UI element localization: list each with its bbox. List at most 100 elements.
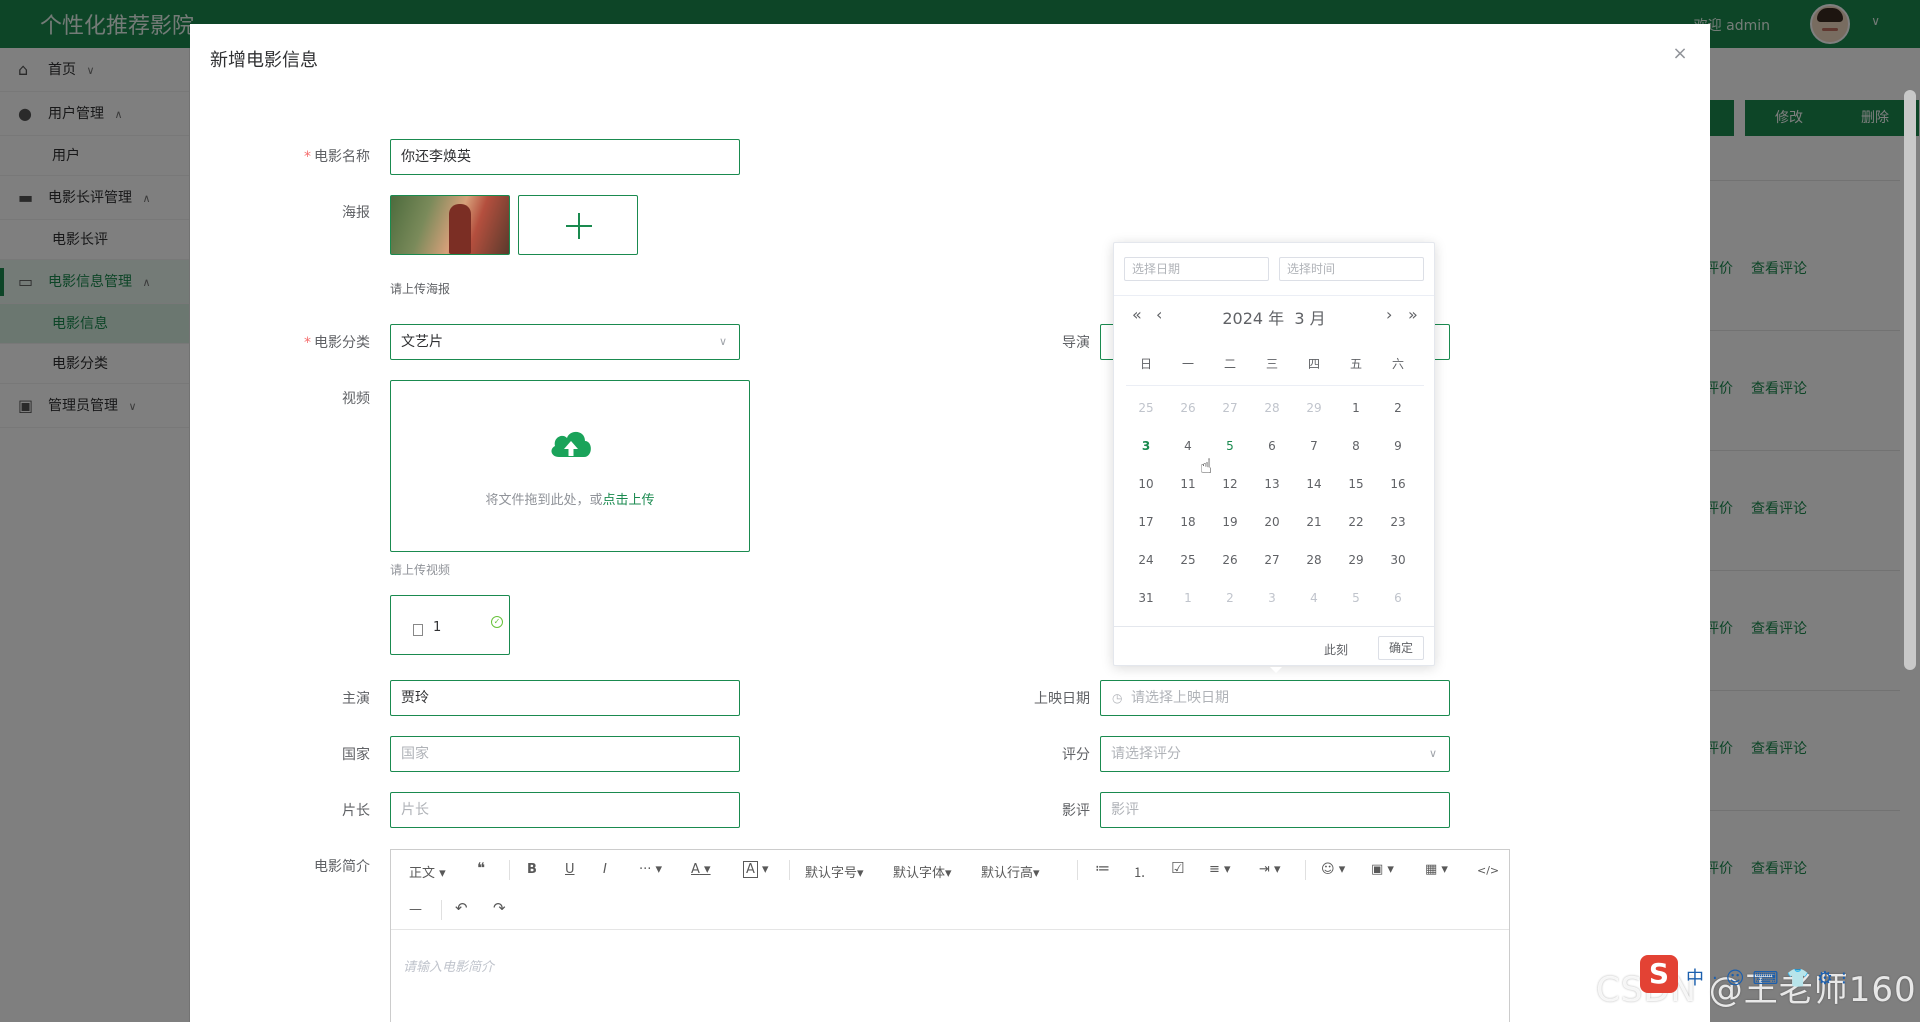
calendar-day[interactable]: 10 bbox=[1126, 469, 1166, 499]
calendar-day[interactable]: 26 bbox=[1168, 393, 1208, 423]
line-height-dropdown[interactable]: 默认行高▾ bbox=[981, 862, 1040, 881]
calendar-day[interactable]: 26 bbox=[1210, 545, 1250, 575]
calendar-day[interactable]: 9 bbox=[1378, 431, 1418, 461]
ime-toolbar[interactable]: 中·☺⌨👕⚙⁝ bbox=[1686, 964, 1855, 990]
uploaded-file-card[interactable]: 1 ✓ bbox=[390, 595, 510, 655]
confirm-button[interactable]: 确定 bbox=[1378, 636, 1424, 660]
movie-name-input[interactable]: 你还李焕英 bbox=[390, 139, 740, 175]
add-movie-dialog: 新增电影信息 × * 电影名称 你还李焕英 海报 请上传海报 * 电影分类 文艺片 … bbox=[190, 24, 1710, 1022]
calendar-day[interactable]: 14 bbox=[1294, 469, 1334, 499]
calendar-day[interactable]: 12 bbox=[1210, 469, 1250, 499]
rich-text-editor: 正文 ▾ ❝ B U I ··· ▾ A ▾ A ▾ 默认字号▾ 默认字体▾ 默… bbox=[390, 849, 1510, 1022]
picker-date-input[interactable]: 选择日期 bbox=[1124, 257, 1269, 281]
date-time-picker: 选择日期 选择时间 2024 年 3 月 « ‹ › » 日一二三四五六 25 26… bbox=[1113, 242, 1435, 673]
calendar-day[interactable]: 30 bbox=[1378, 545, 1418, 575]
calendar-day[interactable]: 13 bbox=[1252, 469, 1292, 499]
calendar-day[interactable]: 24 bbox=[1126, 545, 1166, 575]
category-select[interactable]: 文艺片 ∨ bbox=[390, 324, 740, 360]
country-input[interactable]: 国家 bbox=[390, 736, 740, 772]
calendar-day[interactable]: 6 bbox=[1252, 431, 1292, 461]
page-scrollbar[interactable] bbox=[1904, 90, 1916, 670]
poster-upload-button[interactable] bbox=[518, 195, 638, 255]
todo-icon[interactable]: ☑ bbox=[1171, 859, 1184, 877]
close-icon[interactable]: × bbox=[1668, 42, 1692, 66]
calendar-day[interactable]: 5 bbox=[1336, 583, 1376, 613]
calendar-day[interactable]: 29 bbox=[1336, 545, 1376, 575]
release-date-input[interactable]: ◷ 请选择上映日期 bbox=[1100, 680, 1450, 716]
redo-icon[interactable]: ↷ bbox=[493, 899, 506, 917]
rating-select[interactable]: 请选择评分 ∨ bbox=[1100, 736, 1450, 772]
prev-year-icon[interactable]: « bbox=[1132, 305, 1142, 324]
undo-icon[interactable]: ↶ bbox=[455, 899, 468, 917]
more-icon[interactable]: ··· ▾ bbox=[639, 862, 662, 877]
image-icon[interactable]: ▣ ▾ bbox=[1371, 862, 1394, 877]
calendar-day[interactable]: 2 bbox=[1378, 393, 1418, 423]
calendar-day[interactable]: 22 bbox=[1336, 507, 1376, 537]
calendar-day[interactable]: 8 bbox=[1336, 431, 1376, 461]
calendar-day[interactable]: 27 bbox=[1252, 545, 1292, 575]
calendar-day[interactable]: 25 bbox=[1126, 393, 1166, 423]
font-family-dropdown[interactable]: 默认字体▾ bbox=[893, 862, 952, 881]
italic-icon[interactable]: I bbox=[603, 862, 607, 877]
poster-label: 海报 bbox=[342, 205, 370, 221]
calendar-day[interactable]: 27 bbox=[1210, 393, 1250, 423]
align-icon[interactable]: ≡ ▾ bbox=[1209, 862, 1231, 877]
poster-thumbnail[interactable] bbox=[390, 195, 510, 255]
ime-logo-icon[interactable]: S bbox=[1640, 955, 1678, 993]
month-label[interactable]: 3 月 bbox=[1294, 309, 1325, 328]
calendar-day[interactable]: 1 bbox=[1336, 393, 1376, 423]
now-button[interactable]: 此刻 bbox=[1324, 641, 1348, 658]
chevron-down-icon: ∨ bbox=[1428, 747, 1437, 760]
file-name: 1 bbox=[433, 620, 442, 635]
click-upload-link[interactable]: 点击上传 bbox=[603, 493, 655, 508]
calendar-day[interactable]: 28 bbox=[1252, 393, 1292, 423]
calendar-day[interactable]: 19 bbox=[1210, 507, 1250, 537]
calendar-day[interactable]: 17 bbox=[1126, 507, 1166, 537]
actor-input[interactable]: 贾玲 bbox=[390, 680, 740, 716]
next-year-icon[interactable]: » bbox=[1408, 305, 1418, 324]
calendar-day[interactable]: 21 bbox=[1294, 507, 1334, 537]
calendar-day[interactable]: 4 bbox=[1294, 583, 1334, 613]
font-color-icon[interactable]: A ▾ bbox=[691, 862, 711, 877]
background-color-icon[interactable]: A ▾ bbox=[743, 861, 769, 878]
prev-month-icon[interactable]: ‹ bbox=[1156, 305, 1162, 324]
quote-icon[interactable]: ❝ bbox=[477, 859, 485, 877]
table-icon[interactable]: ▦ ▾ bbox=[1425, 862, 1448, 877]
paragraph-dropdown[interactable]: 正文 ▾ bbox=[409, 862, 446, 881]
numbered-list-icon[interactable]: ⒈ bbox=[1133, 862, 1146, 881]
calendar-day[interactable]: 23 bbox=[1378, 507, 1418, 537]
calendar-day[interactable]: 31 bbox=[1126, 583, 1166, 613]
emoji-icon[interactable]: ☺ ▾ bbox=[1321, 862, 1345, 877]
calendar-day[interactable]: 29 bbox=[1294, 393, 1334, 423]
review-input[interactable]: 影评 bbox=[1100, 792, 1450, 828]
intro-label: 电影简介 bbox=[314, 859, 370, 875]
underline-icon[interactable]: U bbox=[565, 862, 575, 877]
code-icon[interactable]: </> bbox=[1477, 864, 1499, 877]
calendar-day[interactable]: 18 bbox=[1168, 507, 1208, 537]
year-label[interactable]: 2024 年 bbox=[1222, 309, 1284, 328]
indent-icon[interactable]: ⇥ ▾ bbox=[1259, 862, 1281, 877]
duration-input[interactable]: 片长 bbox=[390, 792, 740, 828]
calendar-day[interactable]: 6 bbox=[1378, 583, 1418, 613]
calendar-day[interactable]: 3 bbox=[1126, 431, 1166, 461]
calendar-day[interactable]: 1 bbox=[1168, 583, 1208, 613]
calendar-day[interactable]: 7 bbox=[1294, 431, 1334, 461]
calendar-day[interactable]: 25 bbox=[1168, 545, 1208, 575]
bullet-list-icon[interactable]: ≔ bbox=[1095, 859, 1110, 877]
check-circle-icon: ✓ bbox=[491, 616, 503, 628]
bold-icon[interactable]: B bbox=[527, 862, 537, 877]
calendar-day[interactable]: 20 bbox=[1252, 507, 1292, 537]
next-month-icon[interactable]: › bbox=[1386, 305, 1392, 324]
weekday-header: 日 bbox=[1139, 357, 1152, 371]
picker-time-input[interactable]: 选择时间 bbox=[1279, 257, 1424, 281]
calendar-day[interactable]: 2 bbox=[1210, 583, 1250, 613]
calendar-day[interactable]: 5 bbox=[1210, 431, 1250, 461]
calendar-day[interactable]: 3 bbox=[1252, 583, 1292, 613]
divider-icon[interactable]: — bbox=[409, 902, 422, 917]
calendar-day[interactable]: 28 bbox=[1294, 545, 1334, 575]
calendar-day[interactable]: 16 bbox=[1378, 469, 1418, 499]
font-size-dropdown[interactable]: 默认字号▾ bbox=[805, 862, 864, 881]
calendar-day[interactable]: 15 bbox=[1336, 469, 1376, 499]
duration-label: 片长 bbox=[342, 803, 370, 819]
video-dropzone[interactable]: 将文件拖到此处，或点击上传 bbox=[390, 380, 750, 552]
